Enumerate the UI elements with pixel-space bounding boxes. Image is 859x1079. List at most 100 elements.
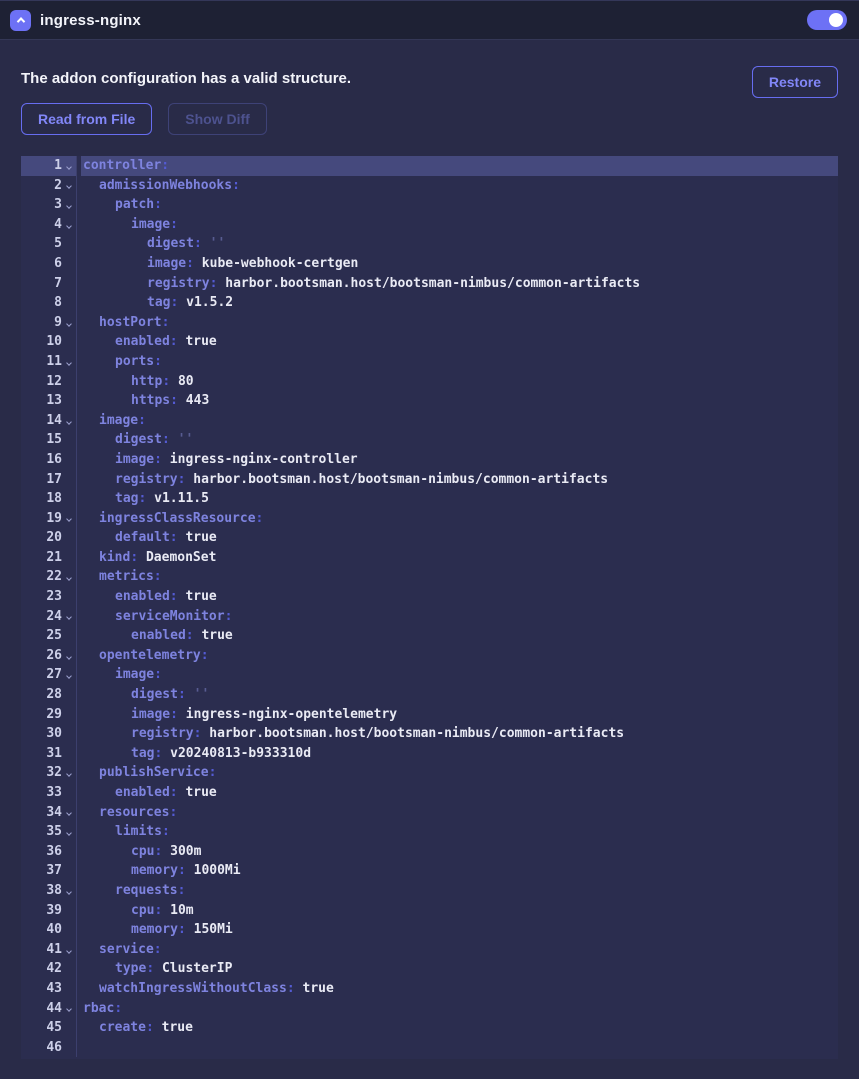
code-line[interactable]: 30 registry: harbor.bootsman.host/bootsm… — [21, 724, 838, 744]
gutter-cell: 15 — [21, 430, 76, 450]
show-diff-button[interactable]: Show Diff — [168, 103, 267, 135]
code-line[interactable]: 12 http: 80 — [21, 372, 838, 392]
fold-chevron-icon[interactable] — [62, 163, 76, 169]
fold-chevron-icon[interactable] — [62, 418, 76, 424]
code-line[interactable]: 25 enabled: true — [21, 626, 838, 646]
collapse-button[interactable] — [10, 10, 31, 31]
code-line[interactable]: 44 rbac: — [21, 999, 838, 1019]
line-number: 1 — [54, 156, 62, 176]
yaml-key: image — [115, 452, 154, 467]
code-content: image: — [81, 411, 838, 431]
code-line[interactable]: 15 digest: '' — [21, 430, 838, 450]
yaml-colon: : — [225, 609, 233, 624]
fold-chevron-icon[interactable] — [62, 320, 76, 326]
yaml-editor[interactable]: 1 controller: 2 admissionWebhooks: 3 pat… — [21, 156, 838, 1059]
code-line[interactable]: 14 image: — [21, 411, 838, 431]
fold-chevron-icon[interactable] — [62, 947, 76, 953]
fold-chevron-icon[interactable] — [62, 222, 76, 228]
code-content: publishService: — [81, 763, 838, 783]
code-line[interactable]: 33 enabled: true — [21, 783, 838, 803]
line-number: 41 — [46, 940, 62, 960]
yaml-key: requests — [115, 883, 178, 898]
gutter-cell: 32 — [21, 763, 76, 783]
fold-chevron-icon[interactable] — [62, 672, 76, 678]
code-line[interactable]: 4 image: — [21, 215, 838, 235]
yaml-value: true — [295, 981, 334, 996]
fold-chevron-icon[interactable] — [62, 809, 76, 815]
code-line[interactable]: 35 limits: — [21, 822, 838, 842]
code-line[interactable]: 36 cpu: 300m — [21, 842, 838, 862]
code-line[interactable]: 26 opentelemetry: — [21, 646, 838, 666]
fold-chevron-icon[interactable] — [62, 1005, 76, 1011]
yaml-key: tag — [147, 295, 170, 310]
code-line[interactable]: 10 enabled: true — [21, 332, 838, 352]
yaml-key: cpu — [131, 903, 154, 918]
line-number: 4 — [54, 215, 62, 235]
code-line[interactable]: 29 image: ingress-nginx-opentelemetry — [21, 705, 838, 725]
yaml-key: registry — [115, 472, 178, 487]
code-line[interactable]: 5 digest: '' — [21, 234, 838, 254]
code-line[interactable]: 34 resources: — [21, 803, 838, 823]
line-number: 40 — [46, 920, 62, 940]
read-from-file-button[interactable]: Read from File — [21, 103, 152, 135]
code-line[interactable]: 16 image: ingress-nginx-controller — [21, 450, 838, 470]
restore-button[interactable]: Restore — [752, 66, 838, 98]
yaml-colon: : — [170, 217, 178, 232]
fold-chevron-icon[interactable] — [62, 653, 76, 659]
gutter-cell: 43 — [21, 979, 76, 999]
line-number: 36 — [46, 842, 62, 862]
yaml-colon: : — [170, 334, 178, 349]
code-content: default: true — [81, 528, 838, 548]
fold-chevron-icon[interactable] — [62, 613, 76, 619]
code-line[interactable]: 24 serviceMonitor: — [21, 607, 838, 627]
fold-chevron-icon[interactable] — [62, 770, 76, 776]
code-line[interactable]: 13 https: 443 — [21, 391, 838, 411]
code-line[interactable]: 1 controller: — [21, 156, 838, 176]
code-line[interactable]: 27 image: — [21, 665, 838, 685]
fold-chevron-icon[interactable] — [62, 829, 76, 835]
code-line[interactable]: 21 kind: DaemonSet — [21, 548, 838, 568]
code-line[interactable]: 18 tag: v1.11.5 — [21, 489, 838, 509]
code-line[interactable]: 7 registry: harbor.bootsman.host/bootsma… — [21, 274, 838, 294]
code-line[interactable]: 45 create: true — [21, 1018, 838, 1038]
gutter-cell: 39 — [21, 901, 76, 921]
fold-chevron-icon[interactable] — [62, 888, 76, 894]
addon-enabled-toggle[interactable] — [807, 10, 847, 30]
yaml-colon: : — [154, 197, 162, 212]
code-line[interactable]: 39 cpu: 10m — [21, 901, 838, 921]
addon-config-panel: The addon configuration has a valid stru… — [0, 40, 859, 1059]
code-line[interactable]: 28 digest: '' — [21, 685, 838, 705]
code-line[interactable]: 11 ports: — [21, 352, 838, 372]
fold-chevron-icon[interactable] — [62, 515, 76, 521]
code-line[interactable]: 3 patch: — [21, 195, 838, 215]
code-content: image: ingress-nginx-opentelemetry — [81, 705, 838, 725]
yaml-colon: : — [186, 628, 194, 643]
code-line[interactable]: 9 hostPort: — [21, 313, 838, 333]
code-line[interactable]: 2 admissionWebhooks: — [21, 176, 838, 196]
code-line[interactable]: 46 — [21, 1038, 838, 1058]
fold-chevron-icon[interactable] — [62, 359, 76, 365]
yaml-colon: : — [154, 354, 162, 369]
code-line[interactable]: 20 default: true — [21, 528, 838, 548]
code-content: metrics: — [81, 567, 838, 587]
code-line[interactable]: 17 registry: harbor.bootsman.host/bootsm… — [21, 470, 838, 490]
code-line[interactable]: 40 memory: 150Mi — [21, 920, 838, 940]
code-content: kind: DaemonSet — [81, 548, 838, 568]
code-line[interactable]: 6 image: kube-webhook-certgen — [21, 254, 838, 274]
code-line[interactable]: 22 metrics: — [21, 567, 838, 587]
code-line[interactable]: 42 type: ClusterIP — [21, 959, 838, 979]
code-line[interactable]: 19 ingressClassResource: — [21, 509, 838, 529]
code-line[interactable]: 37 memory: 1000Mi — [21, 861, 838, 881]
code-line[interactable]: 32 publishService: — [21, 763, 838, 783]
fold-chevron-icon[interactable] — [62, 574, 76, 580]
fold-chevron-icon[interactable] — [62, 202, 76, 208]
code-line[interactable]: 41 service: — [21, 940, 838, 960]
code-line[interactable]: 43 watchIngressWithoutClass: true — [21, 979, 838, 999]
code-line[interactable]: 31 tag: v20240813-b933310d — [21, 744, 838, 764]
yaml-value: 150Mi — [186, 922, 233, 937]
code-content: limits: — [81, 822, 838, 842]
code-line[interactable]: 23 enabled: true — [21, 587, 838, 607]
code-line[interactable]: 8 tag: v1.5.2 — [21, 293, 838, 313]
code-line[interactable]: 38 requests: — [21, 881, 838, 901]
fold-chevron-icon[interactable] — [62, 182, 76, 188]
